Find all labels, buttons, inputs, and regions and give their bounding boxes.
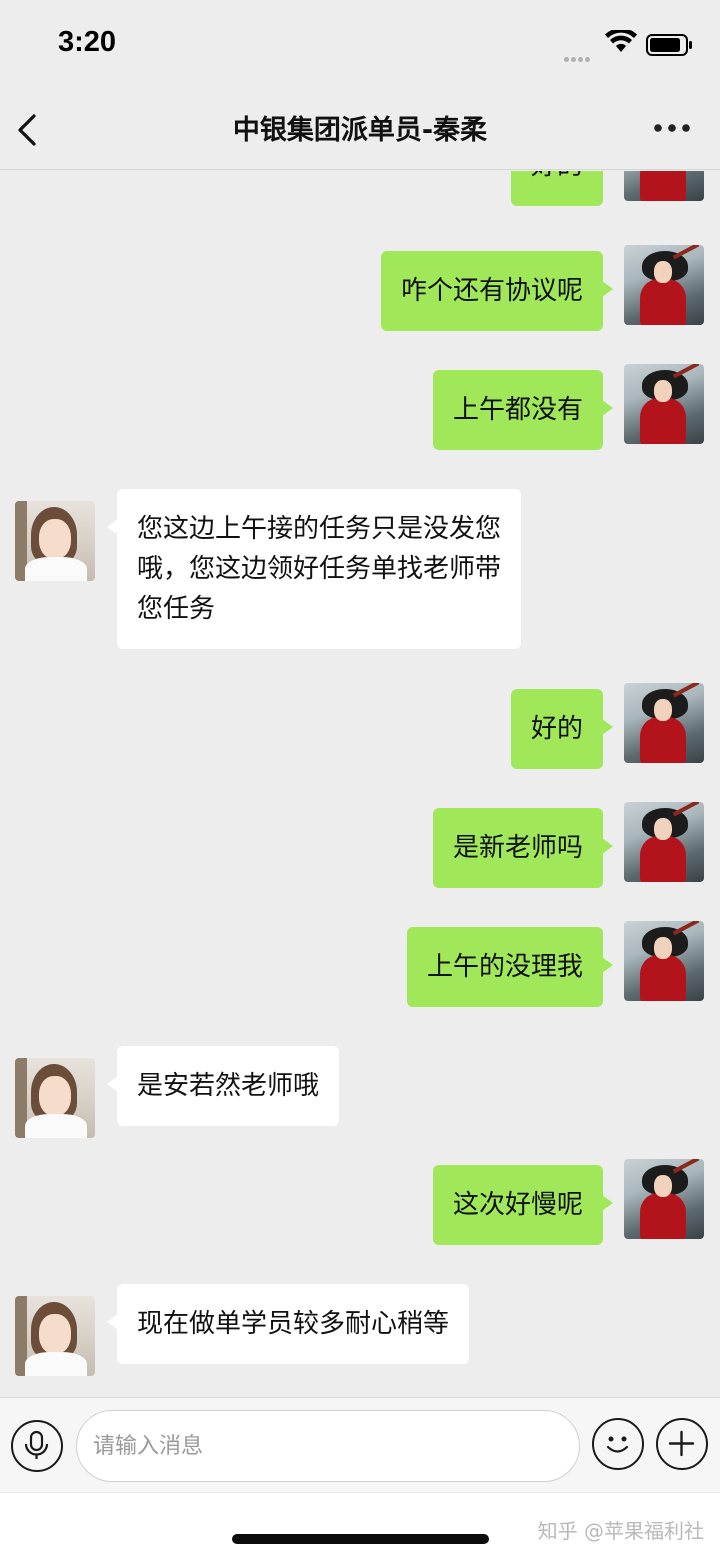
chat-title: 中银集团派单员-秦柔 [232, 115, 488, 146]
status-bar: 3:20 [0, 0, 720, 90]
message-bubble[interactable]: 这次好慢呢 [432, 1165, 614, 1245]
emoji-button[interactable] [592, 1418, 644, 1470]
message-bubble[interactable]: 现在做单学员较多耐心稍等 [106, 1284, 470, 1364]
input-bar [0, 1397, 720, 1492]
cellular-signal-icon [564, 47, 592, 66]
message-list[interactable]: 好的 咋个还有协议呢 上午都没有 您这边上午接的任务只是没发您 哦，您这边领好任… [0, 171, 720, 1397]
chat-header: 中银集团派单员-秦柔 [0, 90, 720, 170]
message-bubble[interactable]: 好的 [510, 689, 614, 769]
message-bubble[interactable]: 好的 [510, 171, 614, 206]
my-avatar[interactable] [624, 683, 704, 763]
message-bubble[interactable]: 上午的没理我 [406, 927, 614, 1007]
my-avatar[interactable] [624, 171, 704, 201]
status-time: 3:20 [58, 26, 117, 58]
message-bubble[interactable]: 咋个还有协议呢 [380, 251, 614, 331]
home-indicator[interactable] [232, 1534, 489, 1544]
contact-avatar[interactable] [15, 1296, 95, 1376]
more-button[interactable] [652, 118, 692, 138]
my-avatar[interactable] [624, 921, 704, 1001]
my-avatar[interactable] [624, 364, 704, 444]
contact-avatar[interactable] [15, 501, 95, 581]
message-bubble[interactable]: 您这边上午接的任务只是没发您 哦，您这边领好任务单找老师带 您任务 [106, 489, 522, 649]
battery-icon [646, 34, 692, 56]
my-avatar[interactable] [624, 1159, 704, 1239]
message-bubble[interactable]: 是安若然老师哦 [106, 1046, 340, 1126]
microphone-icon [24, 1430, 49, 1459]
wifi-icon [605, 30, 637, 52]
my-avatar[interactable] [624, 245, 704, 325]
message-bubble[interactable]: 是新老师吗 [432, 808, 614, 888]
contact-avatar[interactable] [15, 1058, 95, 1138]
voice-button[interactable] [11, 1420, 63, 1472]
smiley-icon [606, 1436, 629, 1453]
message-bubble[interactable]: 上午都没有 [432, 370, 614, 450]
my-avatar[interactable] [624, 802, 704, 882]
bottom-safe-area: 知乎 @苹果福利社 [0, 1493, 720, 1559]
plus-icon [668, 1430, 695, 1457]
more-functions-button[interactable] [656, 1418, 708, 1470]
message-input[interactable] [76, 1410, 580, 1482]
watermark: 知乎 @苹果福利社 [537, 1519, 704, 1543]
